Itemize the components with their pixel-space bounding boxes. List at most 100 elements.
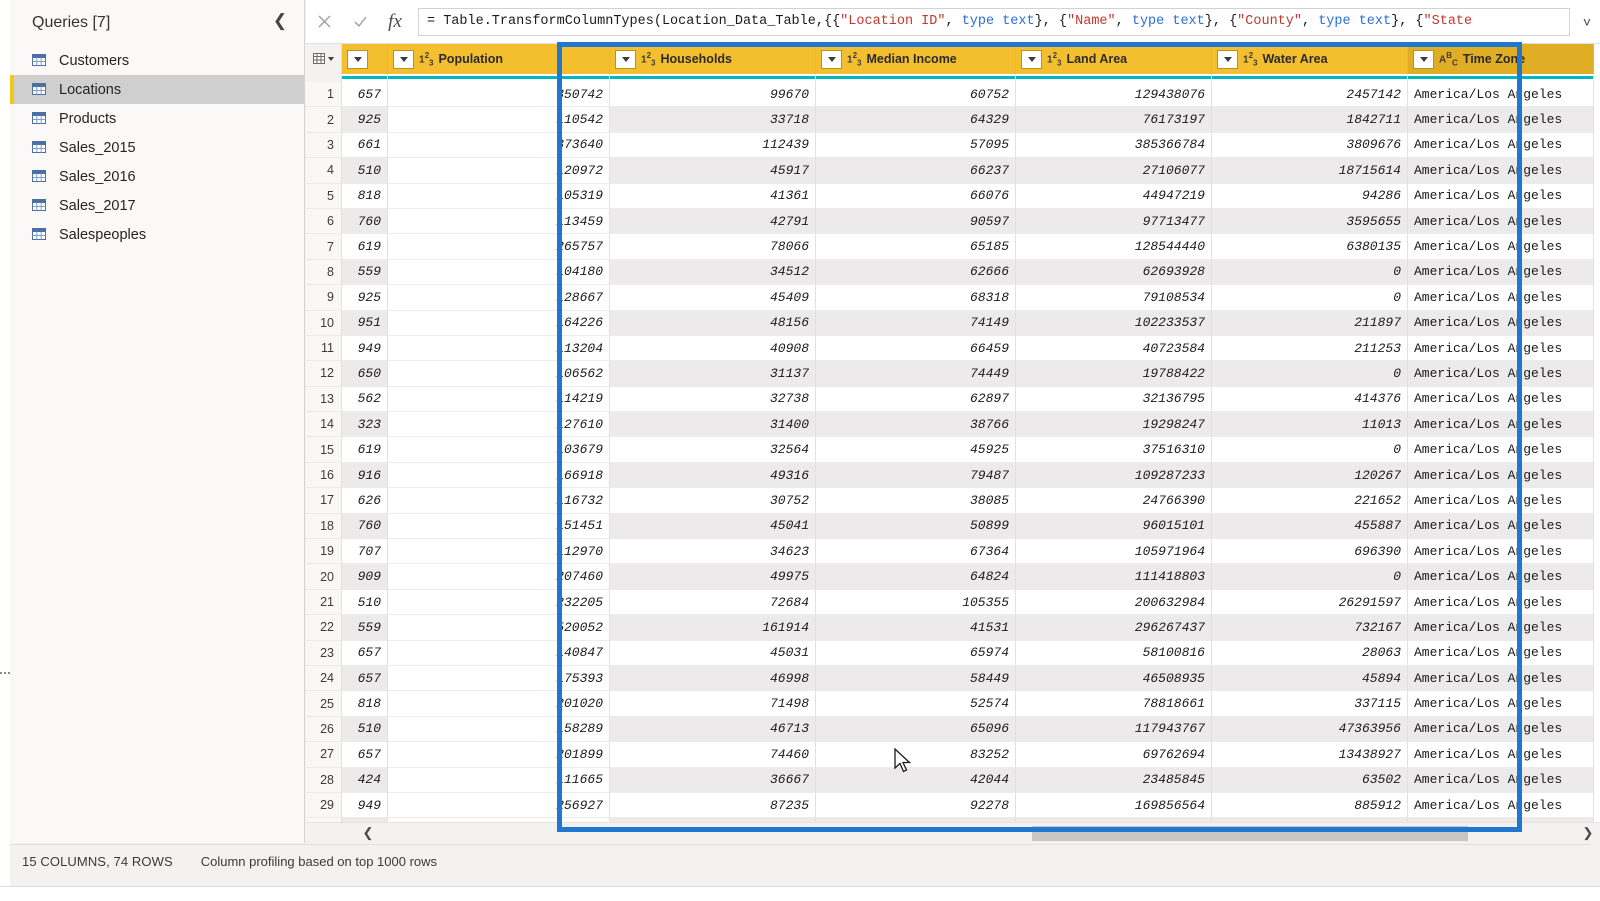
cell-id[interactable]: 657 xyxy=(342,640,388,666)
cell-tz[interactable]: America/Los Angeles xyxy=(1408,437,1594,463)
cell-la[interactable]: 111418803 xyxy=(1016,564,1212,590)
cell-mi[interactable]: 52574 xyxy=(816,691,1016,717)
cell-la[interactable]: 37516310 xyxy=(1016,437,1212,463)
query-item-locations[interactable]: Locations xyxy=(10,75,304,104)
chevron-left-icon[interactable]: ❮ xyxy=(358,823,378,843)
cell-wa[interactable]: 0 xyxy=(1212,437,1408,463)
cell-pop[interactable]: 232205 xyxy=(388,589,610,616)
cell-mi[interactable]: 58449 xyxy=(816,665,1016,692)
cell-mi[interactable]: 64329 xyxy=(816,107,1016,133)
cell-wa[interactable]: 2457142 xyxy=(1212,82,1408,108)
cell-id[interactable]: 925 xyxy=(342,107,388,133)
check-icon[interactable] xyxy=(342,0,378,44)
cell-mi[interactable]: 45925 xyxy=(816,437,1016,463)
cell-hh[interactable]: 161914 xyxy=(610,615,816,641)
cell-id[interactable]: 661 xyxy=(342,132,388,159)
cell-id[interactable]: 657 xyxy=(342,665,388,692)
cell-pop[interactable]: 110542 xyxy=(388,107,610,133)
cell-la[interactable]: 32136795 xyxy=(1016,386,1212,413)
cell-pop[interactable]: 112970 xyxy=(388,539,610,565)
cell-hh[interactable]: 34512 xyxy=(610,259,816,286)
cell-hh[interactable]: 112439 xyxy=(610,132,816,159)
cell-id[interactable]: 424 xyxy=(342,767,388,793)
cell-id[interactable]: 909 xyxy=(342,564,388,590)
cell-id[interactable]: 760 xyxy=(342,513,388,540)
table-row[interactable]: 12 650 106562 31137 74449 19788422 0 America/Lo… xyxy=(306,361,1594,387)
cell-id[interactable]: 562 xyxy=(342,386,388,413)
cell-mi[interactable]: 66459 xyxy=(816,335,1016,362)
cell-wa[interactable]: 47363956 xyxy=(1212,716,1408,743)
cell-wa[interactable]: 455887 xyxy=(1212,513,1408,540)
chevron-down-icon[interactable]: ˅ xyxy=(1574,0,1600,44)
cell-la[interactable]: 169856564 xyxy=(1016,792,1212,819)
cell-la[interactable]: 200632984 xyxy=(1016,589,1212,616)
cell-tz[interactable]: America/Los Angeles xyxy=(1408,716,1594,743)
cell-wa[interactable]: 45894 xyxy=(1212,665,1408,692)
table-row[interactable]: 29 949 256927 87235 92278 169856564 885912 Amer… xyxy=(306,792,1594,819)
cell-hh[interactable]: 45041 xyxy=(610,513,816,540)
cell-la[interactable]: 69762694 xyxy=(1016,742,1212,768)
table-row[interactable]: 20 909 207460 49975 64824 111418803 0 America/L… xyxy=(306,564,1594,590)
table-row[interactable]: 14 323 127610 31400 38766 19298247 11013 Americ… xyxy=(306,412,1594,438)
cell-id[interactable]: 818 xyxy=(342,183,388,209)
cell-wa[interactable]: 211253 xyxy=(1212,335,1408,362)
table-row[interactable]: 2 925 110542 33718 64329 76173197 1842711 Ameri… xyxy=(306,107,1594,133)
table-row[interactable]: 21 510 232205 72684 105355 200632984 26291597 A… xyxy=(306,589,1594,616)
cell-la[interactable]: 96015101 xyxy=(1016,513,1212,540)
cell-pop[interactable]: 127610 xyxy=(388,412,610,438)
cell-hh[interactable]: 48156 xyxy=(610,310,816,336)
cell-wa[interactable]: 1842711 xyxy=(1212,107,1408,133)
cell-pop[interactable]: 111665 xyxy=(388,767,610,793)
cell-pop[interactable]: 103679 xyxy=(388,437,610,463)
query-item-sales_2015[interactable]: Sales_2015 xyxy=(10,133,304,162)
cell-id[interactable]: 510 xyxy=(342,716,388,743)
cell-pop[interactable]: 201020 xyxy=(388,691,610,717)
column-filter-button[interactable] xyxy=(821,49,842,69)
cell-pop[interactable]: 151451 xyxy=(388,513,610,540)
cell-pop[interactable]: 104180 xyxy=(388,259,610,286)
cell-id[interactable]: 510 xyxy=(342,589,388,616)
cell-tz[interactable]: America/Los Angeles xyxy=(1408,412,1594,438)
table-row[interactable]: 9 925 128667 45409 68318 79108534 0 America/Los… xyxy=(306,285,1594,311)
cell-pop[interactable]: 106562 xyxy=(388,361,610,387)
cell-id[interactable]: 510 xyxy=(342,158,388,184)
column-header-median-income[interactable]: 123 Median Income xyxy=(816,44,1016,74)
cell-tz[interactable]: America/Los Angeles xyxy=(1408,539,1594,565)
cell-tz[interactable]: America/Los Angeles xyxy=(1408,132,1594,159)
cell-mi[interactable]: 64824 xyxy=(816,564,1016,590)
formula-input[interactable]: = Table.TransformColumnTypes(Location_Da… xyxy=(418,7,1570,36)
cell-wa[interactable]: 414376 xyxy=(1212,386,1408,413)
column-filter-button[interactable] xyxy=(1021,49,1042,69)
cell-pop[interactable]: 175393 xyxy=(388,665,610,692)
cell-id[interactable]: 657 xyxy=(342,82,388,108)
cell-hh[interactable]: 45409 xyxy=(610,285,816,311)
cell-id[interactable]: 949 xyxy=(342,792,388,819)
cell-id[interactable]: 949 xyxy=(342,335,388,362)
cell-hh[interactable]: 45917 xyxy=(610,158,816,184)
cell-la[interactable]: 129438076 xyxy=(1016,82,1212,108)
cell-hh[interactable]: 46713 xyxy=(610,716,816,743)
cell-wa[interactable]: 63502 xyxy=(1212,767,1408,793)
cell-pop[interactable]: 207460 xyxy=(388,564,610,590)
cell-tz[interactable]: America/Los Angeles xyxy=(1408,589,1594,616)
cell-tz[interactable]: America/Los Angeles xyxy=(1408,513,1594,540)
cell-la[interactable]: 40723584 xyxy=(1016,335,1212,362)
query-item-sales_2017[interactable]: Sales_2017 xyxy=(10,191,304,220)
cell-la[interactable]: 109287233 xyxy=(1016,462,1212,489)
cell-tz[interactable]: America/Los Angeles xyxy=(1408,158,1594,184)
cell-mi[interactable]: 92278 xyxy=(816,792,1016,819)
cell-hh[interactable]: 31400 xyxy=(610,412,816,438)
cell-hh[interactable]: 42791 xyxy=(610,208,816,235)
cell-tz[interactable]: America/Los Angeles xyxy=(1408,564,1594,590)
cell-tz[interactable]: America/Los Angeles xyxy=(1408,462,1594,489)
cell-la[interactable]: 105971964 xyxy=(1016,539,1212,565)
cell-hh[interactable]: 41361 xyxy=(610,183,816,209)
cell-mi[interactable]: 79487 xyxy=(816,462,1016,489)
chevron-right-icon[interactable]: ❯ xyxy=(1578,823,1598,843)
table-row[interactable]: 10 951 164226 48156 74149 102233537 211897 Amer… xyxy=(306,310,1594,336)
cell-la[interactable]: 23485845 xyxy=(1016,767,1212,793)
table-row[interactable]: 8 559 104180 34512 62666 62693928 0 America/Los… xyxy=(306,259,1594,286)
cell-pop[interactable]: 256927 xyxy=(388,792,610,819)
cell-pop[interactable]: 350742 xyxy=(388,82,610,108)
cell-pop[interactable]: 373640 xyxy=(388,132,610,159)
